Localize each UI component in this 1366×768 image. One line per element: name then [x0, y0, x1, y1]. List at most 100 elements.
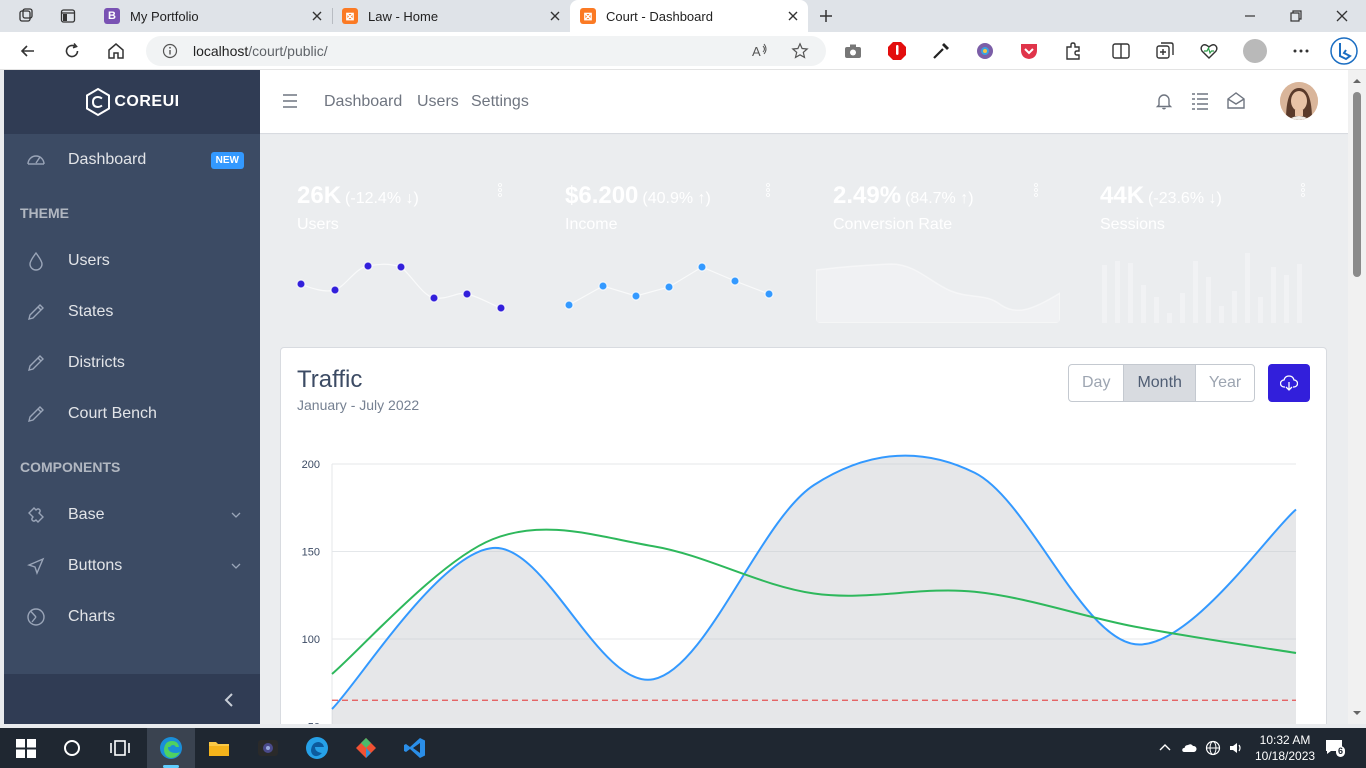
tab-title: Law - Home: [368, 8, 439, 24]
favorite-star-icon[interactable]: [791, 42, 809, 60]
minimize-icon[interactable]: [1242, 8, 1258, 24]
sidebar-item-buttons[interactable]: Buttons: [4, 540, 260, 591]
range-day-button[interactable]: Day: [1069, 365, 1125, 401]
screenshot-icon[interactable]: [843, 41, 863, 61]
windows-start-icon[interactable]: [14, 736, 38, 760]
speaker-icon[interactable]: [1228, 740, 1244, 756]
avatar[interactable]: [1280, 82, 1318, 120]
close-tab-icon[interactable]: [310, 9, 324, 23]
header-link-settings[interactable]: Settings: [471, 93, 529, 111]
clock-date: 10/18/2023: [1255, 749, 1316, 763]
more-options-icon[interactable]: [1301, 183, 1305, 197]
page-scrollbar[interactable]: [1348, 70, 1366, 724]
edge-beta-icon[interactable]: [305, 736, 329, 760]
sessions-bar-chart: [1102, 253, 1302, 323]
split-screen-icon[interactable]: [1111, 41, 1131, 61]
y-tick-label: 50: [308, 722, 320, 725]
sidebar-toggler[interactable]: [4, 674, 260, 724]
tab-actions-icon[interactable]: [60, 8, 76, 24]
header-link-dashboard[interactable]: Dashboard: [324, 93, 402, 111]
sidebar-item-label: Charts: [68, 607, 116, 625]
home-icon[interactable]: [106, 41, 126, 61]
brand[interactable]: COREUI: [4, 70, 260, 134]
sidebar-item-label: Districts: [68, 353, 125, 371]
browser-tab-portfolio[interactable]: B My Portfolio: [94, 0, 332, 32]
vscode-icon[interactable]: [403, 736, 427, 760]
hamburger-menu-icon[interactable]: [282, 94, 298, 108]
onedrive-icon[interactable]: [1181, 740, 1197, 756]
git-kraken-icon[interactable]: [354, 736, 378, 760]
more-options-icon[interactable]: [498, 183, 502, 197]
pencil-icon: [28, 406, 44, 422]
restore-icon[interactable]: [1288, 8, 1304, 24]
browser-tab-court[interactable]: ⊠ Court - Dashboard: [570, 0, 808, 32]
notification-center[interactable]: 6: [1325, 739, 1346, 757]
widget-value: $6.200 (40.9% ↑): [565, 182, 711, 210]
sidebar: COREUI Dashboard NEW THEME Users States …: [4, 70, 260, 724]
sidebar-item-districts[interactable]: Districts: [4, 337, 260, 388]
y-tick-label: 100: [302, 634, 320, 646]
new-tab-icon[interactable]: [818, 8, 834, 24]
browser-tab-law[interactable]: ⊠ Law - Home: [332, 0, 570, 32]
sidebar-item-label: Base: [68, 505, 105, 523]
more-options-icon[interactable]: [766, 183, 770, 197]
close-tab-icon[interactable]: [786, 9, 800, 23]
widget-change: (-12.4% ↓): [345, 190, 419, 207]
windows-taskbar: 10:32 AM 10/18/2023 6: [0, 728, 1366, 768]
chrome-extension-icon[interactable]: [975, 41, 995, 61]
close-window-icon[interactable]: [1334, 8, 1350, 24]
workspaces-icon[interactable]: [18, 8, 34, 24]
brand-name: COREUI: [114, 93, 180, 110]
refresh-icon[interactable]: [62, 41, 82, 61]
browser-essentials-icon[interactable]: [1199, 41, 1219, 61]
read-aloud-icon[interactable]: A: [751, 42, 769, 60]
url-path: /court/public/: [248, 43, 328, 59]
pocket-icon[interactable]: [1019, 41, 1039, 61]
income-sparkline: [564, 262, 774, 310]
profile-icon[interactable]: [1243, 39, 1267, 63]
range-month-button[interactable]: Month: [1124, 365, 1196, 401]
scroll-down-icon[interactable]: [1348, 708, 1366, 718]
sidebar-item-charts[interactable]: Charts: [4, 591, 260, 642]
chevron-up-icon[interactable]: [1157, 740, 1173, 756]
new-badge: NEW: [210, 152, 244, 169]
sidebar-item-court-bench[interactable]: Court Bench: [4, 388, 260, 439]
envelope-open-icon[interactable]: [1226, 91, 1246, 111]
camera-app-icon[interactable]: [256, 736, 280, 760]
scrollbar-thumb[interactable]: [1353, 92, 1361, 277]
collections-icon[interactable]: [1155, 41, 1175, 61]
range-year-button[interactable]: Year: [1196, 365, 1254, 401]
header-link-users[interactable]: Users: [417, 93, 459, 111]
url-text: localhost/court/public/: [193, 43, 328, 59]
close-tab-icon[interactable]: [548, 9, 562, 23]
widget-number: 2.49%: [833, 182, 902, 209]
search-icon[interactable]: [60, 736, 84, 760]
sidebar-item-label: States: [68, 302, 114, 320]
clock[interactable]: 10:32 AM 10/18/2023: [1255, 732, 1315, 764]
settings-more-icon[interactable]: [1291, 41, 1311, 61]
network-globe-icon[interactable]: [1205, 740, 1221, 756]
sidebar-item-states[interactable]: States: [4, 286, 260, 337]
file-explorer-icon[interactable]: [207, 736, 231, 760]
sidebar-item-users[interactable]: Users: [4, 235, 260, 286]
download-button[interactable]: [1268, 364, 1310, 402]
bing-copilot-icon[interactable]: [1330, 37, 1358, 65]
sidebar-item-dashboard[interactable]: Dashboard NEW: [4, 134, 260, 185]
tab-title: Court - Dashboard: [606, 8, 713, 24]
edge-icon[interactable]: [159, 736, 183, 760]
task-view-icon[interactable]: [108, 736, 132, 760]
widget-label: Users: [297, 216, 339, 233]
back-icon[interactable]: [18, 41, 38, 61]
site-info-icon[interactable]: [162, 43, 178, 59]
task-list-icon[interactable]: [1190, 91, 1210, 111]
color-picker-icon[interactable]: [931, 41, 951, 61]
extensions-icon[interactable]: [1063, 41, 1083, 61]
scroll-up-icon[interactable]: [1348, 76, 1366, 86]
more-options-icon[interactable]: [1034, 183, 1038, 197]
url-field[interactable]: localhost/court/public/ A: [146, 36, 826, 66]
svg-text:A: A: [752, 44, 761, 59]
adblock-icon[interactable]: [887, 41, 907, 61]
speedometer-icon: [27, 155, 45, 165]
bell-icon[interactable]: [1154, 91, 1174, 111]
sidebar-item-base[interactable]: Base: [4, 489, 260, 540]
